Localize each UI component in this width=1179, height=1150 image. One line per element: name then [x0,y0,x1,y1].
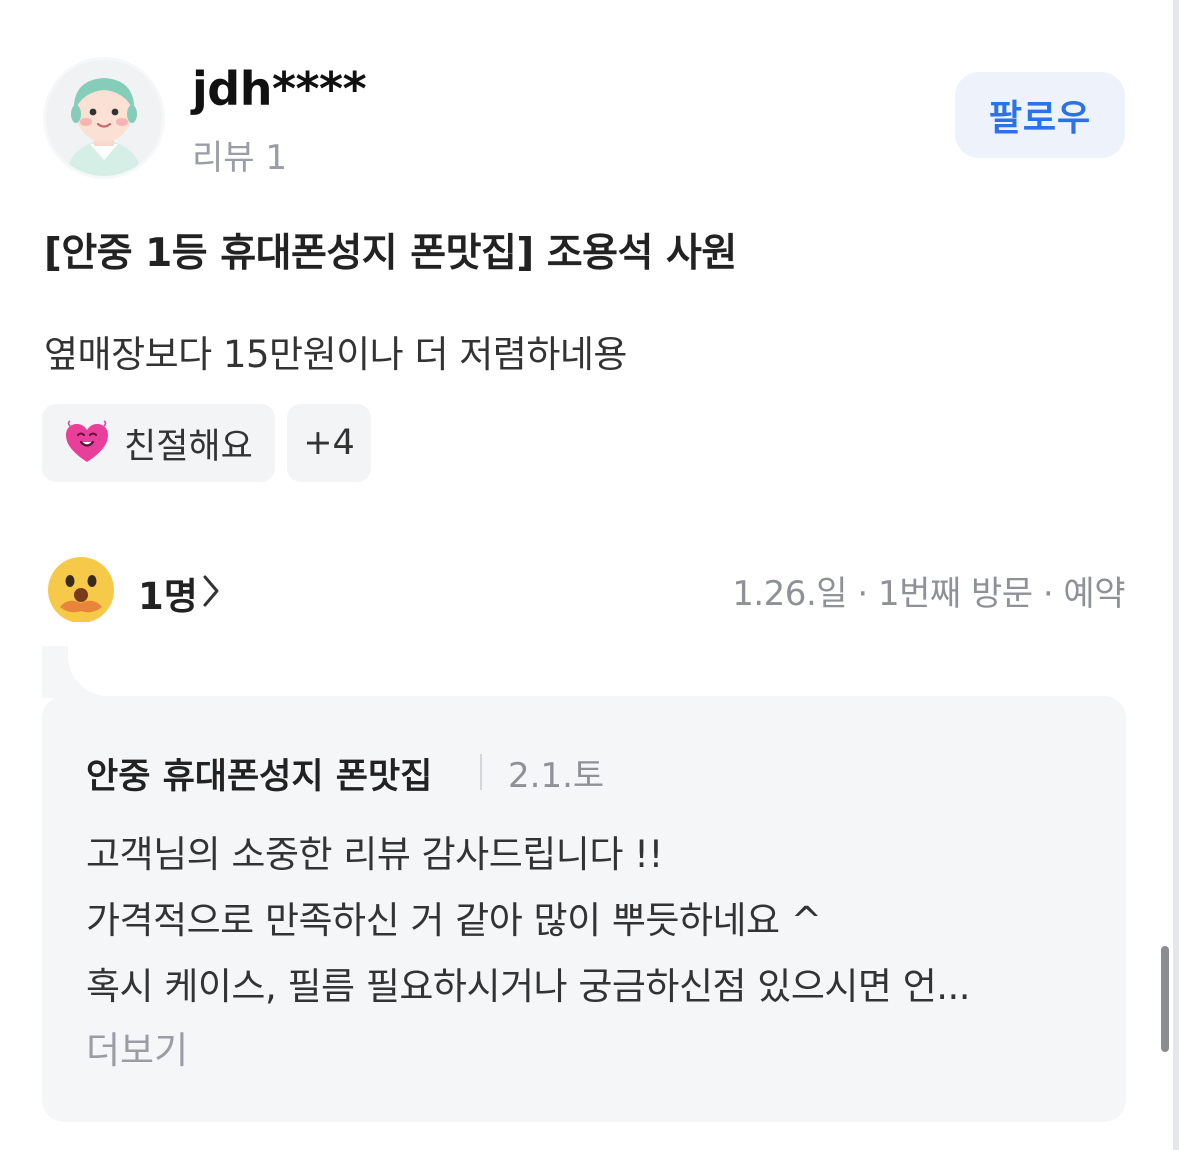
owner-store-name: 안중 휴대폰성지 폰맛집 [86,757,433,797]
chevron-right-icon[interactable] [202,574,220,612]
reaction-emoji-icon [48,557,114,623]
owner-reply-date: 2.1.토 [508,756,605,796]
reply-box-notch-cut [68,622,188,696]
reviewer-review-count: 리뷰 1 [192,138,287,178]
tag-chip-kind[interactable]: 친절해요 [42,404,275,482]
review-title: [안중 1등 휴대폰성지 폰맛집] 조용석 사원 [44,231,737,276]
owner-reply-line: 가격적으로 만족하신 거 같아 많이 뿌듯하네요 ^ [86,899,822,942]
heart-smile-icon [64,420,110,466]
tag-chip-label: 친절해요 [124,426,253,467]
reviewer-avatar[interactable] [46,60,162,176]
reviewer-username[interactable]: jdh**** [192,62,367,116]
reaction-count[interactable]: 1명 [138,566,198,620]
scrollbar-track[interactable] [1173,0,1179,1150]
avatar-illustration [46,60,162,176]
owner-reply-line: 고객님의 소중한 리뷰 감사드립니다 !! [86,833,663,876]
see-more-link[interactable]: 더보기 [86,1020,188,1074]
follow-button[interactable]: 팔로우 [955,72,1125,158]
tag-chip-more[interactable]: +4 [287,404,371,482]
scrollbar-thumb[interactable] [1161,946,1169,1052]
reply-divider [480,754,482,790]
owner-reply-line: 혹시 케이스, 필름 필요하시거나 궁금하신점 있으시면 언... [86,965,971,1008]
review-body: 옆매장보다 15만원이나 더 저렴하네용 [44,333,627,376]
visit-info: 1.26.일 · 1번째 방문 · 예약 [732,574,1125,614]
